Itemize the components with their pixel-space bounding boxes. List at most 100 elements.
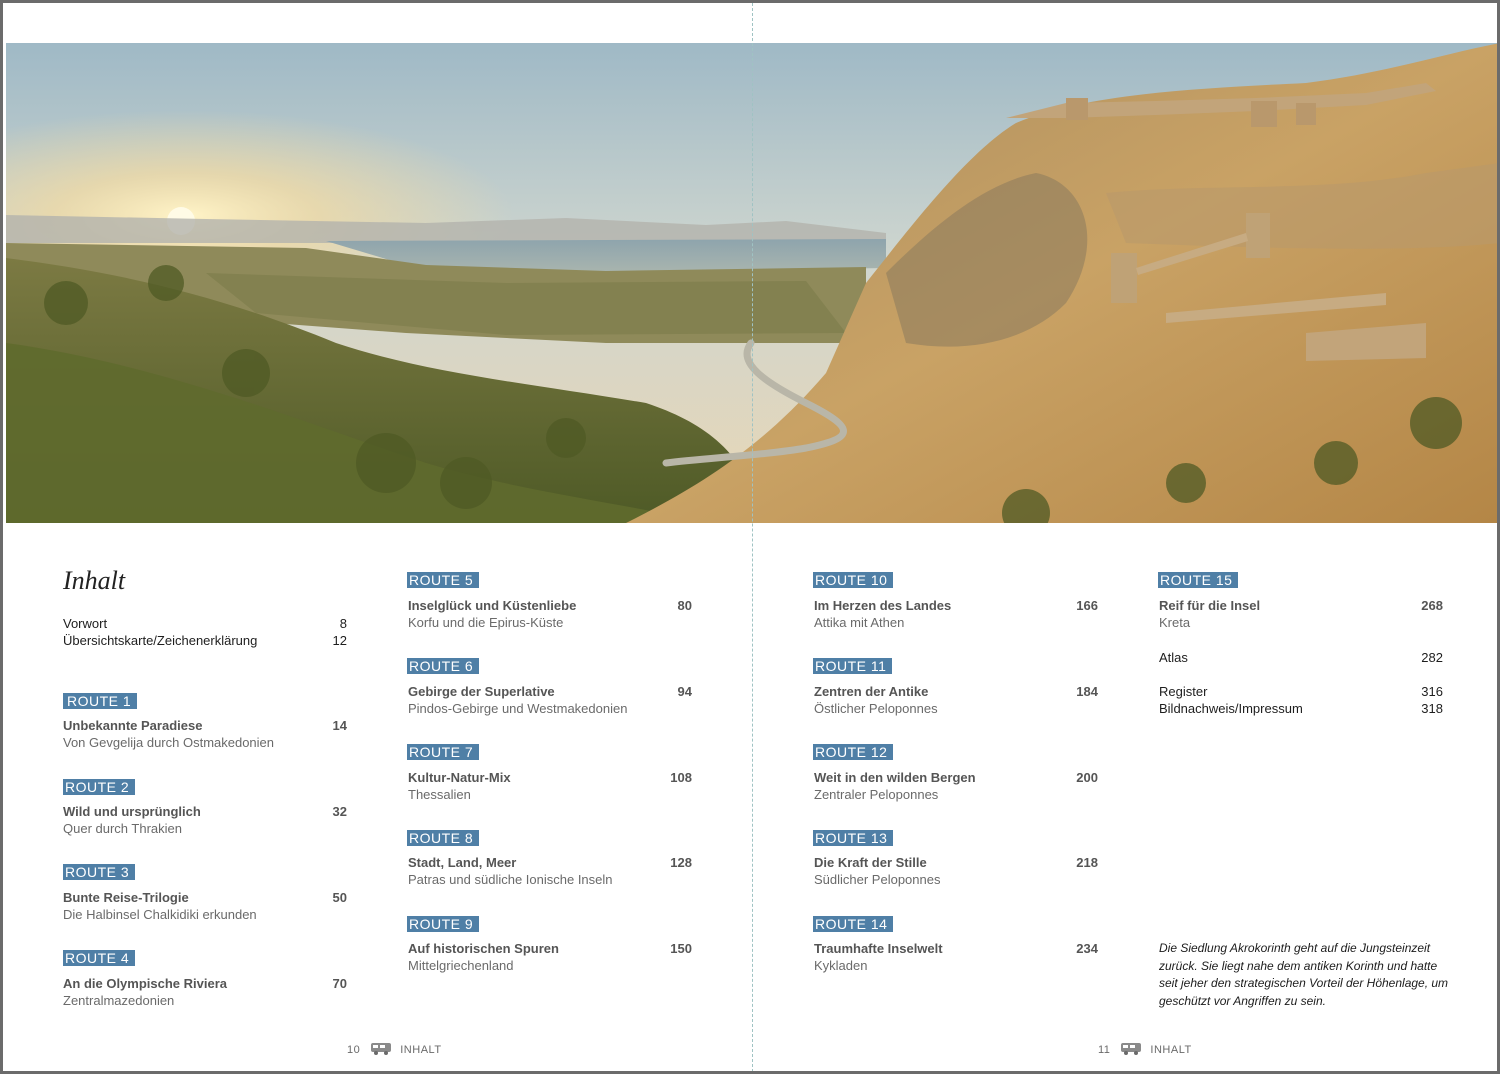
- toc-entry-route-4[interactable]: An die Olympische Riviera 70 Zentralmazed…: [63, 975, 347, 1009]
- page-number: 10: [347, 1043, 361, 1056]
- footer-section-label: INHALT: [1150, 1043, 1192, 1056]
- toc-label: Vorwort: [63, 616, 108, 631]
- route-page: 166: [1076, 598, 1098, 613]
- route-page: 234: [1076, 941, 1098, 956]
- toc-label: Atlas: [1159, 650, 1188, 665]
- route-subtitle: Von Gevgelija durch Ostmakedonien: [63, 735, 275, 750]
- route-page: 32: [332, 804, 347, 819]
- route-subtitle: Korfu und die Epirus-Küste: [408, 615, 564, 630]
- toc-label: Übersichtskarte/Zeichenerklärung: [63, 633, 258, 648]
- toc-label: Register: [1159, 684, 1208, 699]
- route-subtitle: Zentraler Peloponnes: [814, 787, 939, 802]
- route-badge-3: ROUTE 3: [63, 864, 136, 880]
- camper-van-icon: [1120, 1041, 1142, 1058]
- toc-entry-route-11[interactable]: Zentren der Antike 184 Östlicher Peloponn…: [814, 683, 1098, 717]
- toc-entry-route-9[interactable]: Auf historischen Spuren 150 Mittelgrieche…: [408, 940, 692, 974]
- route-badge-12: ROUTE 12: [813, 744, 894, 760]
- toc-entry-route-13[interactable]: Die Kraft der Stille 218 Südlicher Pelopo…: [814, 854, 1098, 888]
- route-page: 94: [677, 684, 692, 699]
- footer-section-label: INHALT: [400, 1043, 442, 1056]
- toc-entry-route-3[interactable]: Bunte Reise-Trilogie 50 Die Halbinsel Cha…: [63, 889, 347, 923]
- route-title: Zentren der Antike: [814, 684, 929, 699]
- route-page: 150: [670, 941, 692, 956]
- toc-row-uebersichtskarte[interactable]: Übersichtskarte/Zeichenerklärung 12: [63, 632, 347, 649]
- route-subtitle: Zentralmazedonien: [63, 993, 175, 1008]
- panorama-photo: [6, 43, 1497, 523]
- route-subtitle: Quer durch Thrakien: [63, 821, 182, 836]
- page-footer-left: 10 INHALT: [347, 1041, 442, 1058]
- route-badge-5: ROUTE 5: [407, 572, 480, 588]
- page-number: 11: [1098, 1043, 1111, 1056]
- toc-entry-route-12[interactable]: Weit in den wilden Bergen 200 Zentraler P…: [814, 769, 1098, 803]
- route-badge-14: ROUTE 14: [813, 916, 894, 932]
- route-subtitle: Patras und südliche Ionische Inseln: [408, 872, 613, 887]
- book-spread: Inhalt Vorwort 8 Übersichtskarte/Zeichen…: [0, 0, 1500, 1074]
- route-page: 128: [670, 855, 692, 870]
- route-subtitle: Kykladen: [814, 958, 868, 973]
- route-page: 70: [332, 976, 347, 991]
- route-badge-2: ROUTE 2: [63, 779, 136, 795]
- page-footer-right: 11 INHALT: [1098, 1041, 1192, 1058]
- route-subtitle: Östlicher Peloponnes: [814, 701, 938, 716]
- route-subtitle: Thessalien: [408, 787, 471, 802]
- route-badge-1: ROUTE 1: [63, 693, 138, 709]
- route-badge-11: ROUTE 11: [813, 658, 893, 674]
- route-title: Auf historischen Spuren: [408, 941, 559, 956]
- toc-entry-route-15[interactable]: Reif für die Insel 268 Kreta: [1159, 597, 1443, 631]
- route-subtitle: Attika mit Athen: [814, 615, 905, 630]
- route-title: Die Kraft der Stille: [814, 855, 927, 870]
- route-badge-9: ROUTE 9: [407, 916, 480, 932]
- route-badge-4: ROUTE 4: [63, 950, 136, 966]
- page-title: Inhalt: [63, 566, 126, 595]
- route-badge-15: ROUTE 15: [1158, 572, 1239, 588]
- route-page: 50: [332, 890, 347, 905]
- route-title: An die Olympische Riviera: [63, 976, 228, 991]
- toc-page: 316: [1421, 684, 1443, 699]
- route-badge-13: ROUTE 13: [813, 830, 894, 846]
- route-title: Wild und ursprünglich: [63, 804, 201, 819]
- toc-entry-route-10[interactable]: Im Herzen des Landes 166 Attika mit Athen: [814, 597, 1098, 631]
- route-title: Weit in den wilden Bergen: [814, 770, 976, 785]
- route-title: Inselglück und Küstenliebe: [408, 598, 577, 613]
- route-badge-6: ROUTE 6: [407, 658, 480, 674]
- toc-entry-route-8[interactable]: Stadt, Land, Meer 128 Patras und südliche…: [408, 854, 692, 888]
- toc-page: 318: [1421, 701, 1443, 716]
- akrokorinth-landscape-image: [6, 43, 1497, 523]
- toc-entry-route-7[interactable]: Kultur-Natur-Mix 108 Thessalien: [408, 769, 692, 803]
- photo-caption: Die Siedlung Akrokorinth geht auf die Ju…: [1159, 941, 1449, 1008]
- route-page: 80: [677, 598, 692, 613]
- route-subtitle: Südlicher Peloponnes: [814, 872, 941, 887]
- route-subtitle: Mittelgriechenland: [408, 958, 514, 973]
- route-title: Gebirge der Superlative: [408, 684, 555, 699]
- route-title: Bunte Reise-Trilogie: [63, 890, 189, 905]
- route-subtitle: Die Halbinsel Chalkidiki erkunden: [63, 907, 257, 922]
- toc-label: Bildnachweis/Impressum: [1159, 701, 1303, 716]
- route-badge-7: ROUTE 7: [407, 744, 480, 760]
- toc-entry-route-1[interactable]: Unbekannte Paradiese 14 Von Gevgelija dur…: [63, 717, 347, 751]
- route-page: 108: [670, 770, 692, 785]
- route-page: 218: [1076, 855, 1098, 870]
- route-title: Im Herzen des Landes: [814, 598, 952, 613]
- route-subtitle: Pindos-Gebirge und Westmakedonien: [408, 701, 628, 716]
- toc-page: 8: [339, 616, 347, 631]
- toc-entry-route-14[interactable]: Traumhafte Inselwelt 234 Kykladen: [814, 940, 1098, 974]
- camper-van-icon: [370, 1041, 392, 1058]
- route-badge-10: ROUTE 10: [813, 572, 894, 588]
- toc-entry-route-5[interactable]: Inselglück und Küstenliebe 80 Korfu und d…: [408, 597, 692, 631]
- page-gutter: [752, 3, 753, 1071]
- route-subtitle: Kreta: [1159, 615, 1191, 630]
- toc-row-bildnachweis[interactable]: Bildnachweis/Impressum 318: [1159, 700, 1443, 717]
- toc-row-vorwort[interactable]: Vorwort 8: [63, 615, 347, 632]
- route-page: 268: [1421, 598, 1443, 613]
- route-title: Kultur-Natur-Mix: [408, 770, 511, 785]
- toc-page: 12: [332, 633, 347, 648]
- toc-entry-route-2[interactable]: Wild und ursprünglich 32 Quer durch Thrak…: [63, 803, 347, 837]
- route-title: Reif für die Insel: [1159, 598, 1261, 613]
- route-page: 184: [1076, 684, 1098, 699]
- route-title: Unbekannte Paradiese: [63, 718, 203, 733]
- toc-row-register[interactable]: Register 316: [1159, 683, 1443, 700]
- route-title: Traumhafte Inselwelt: [814, 941, 943, 956]
- route-page: 14: [332, 718, 347, 733]
- toc-row-atlas[interactable]: Atlas 282: [1159, 649, 1443, 666]
- toc-entry-route-6[interactable]: Gebirge der Superlative 94 Pindos-Gebirge…: [408, 683, 692, 717]
